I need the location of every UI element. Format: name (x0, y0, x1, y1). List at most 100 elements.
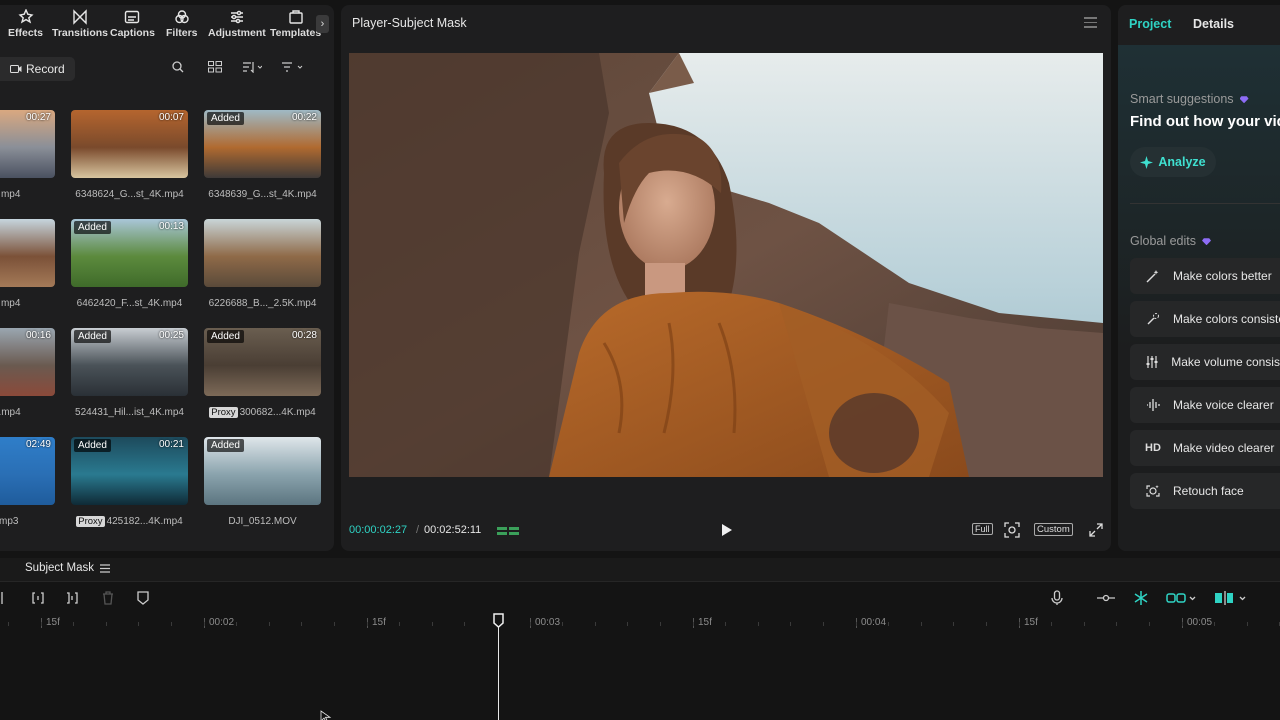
media-filename: DJI_0512.MOV (204, 516, 321, 527)
media-thumbnail[interactable]: Added 00:25 (71, 328, 188, 396)
media-filename-text: DJI_0512.MOV (228, 516, 297, 527)
aspect-ratio-button[interactable]: Custom (1034, 523, 1073, 536)
ruler-tick (986, 622, 987, 626)
retouch-face-button[interactable]: Retouch face (1130, 473, 1280, 509)
media-filename-text: 6348624_G...st_4K.mp4 (75, 189, 184, 200)
marker-icon[interactable] (135, 590, 151, 606)
timeline-tab[interactable]: Subject Mask (25, 562, 111, 574)
make-colors-better-button[interactable]: Make colors better (1130, 258, 1280, 294)
media-duration: 00:27 (25, 112, 51, 123)
tool-label: Effects (8, 27, 44, 39)
fullscreen-icon[interactable] (1089, 523, 1103, 537)
tab-details[interactable]: Details (1193, 17, 1234, 31)
tool-captions[interactable]: Captions (110, 9, 155, 39)
tab-project[interactable]: Project (1129, 17, 1171, 31)
media-thumbnail[interactable]: Added 00:21 (71, 437, 188, 505)
screenshot-icon[interactable] (1004, 522, 1020, 538)
tool-label: Templates (270, 27, 322, 39)
play-icon[interactable] (721, 523, 733, 537)
ruler-tick (432, 622, 433, 626)
media-thumbnail[interactable] (204, 219, 321, 287)
player-menu-icon[interactable] (1084, 17, 1097, 31)
video-preview[interactable] (349, 53, 1103, 477)
media-subbar: Record (0, 57, 334, 83)
analyze-button[interactable]: Analyze (1130, 147, 1216, 177)
tool-transitions[interactable]: Transitions (52, 9, 108, 39)
trim-left-icon[interactable] (30, 590, 46, 606)
timeline-ruler[interactable]: 15f 00:02 15f 00:03 15f 00:04 15f 00:05 (0, 613, 1280, 633)
added-badge: Added (207, 112, 244, 125)
media-thumbnail[interactable]: 00:07 (71, 110, 188, 178)
ruler-tick (921, 622, 922, 626)
properties-panel: Project Details Smart suggestions Find o… (1118, 5, 1280, 551)
section-divider (1130, 203, 1280, 204)
voice-wave-icon (1145, 398, 1161, 412)
ruler-tick (1149, 622, 1150, 626)
edit-label: Make colors better (1173, 269, 1272, 283)
captions-icon (123, 9, 141, 25)
filter-icon[interactable] (281, 61, 305, 73)
media-filename-text: rsion.mp3 (0, 516, 19, 527)
link-icon[interactable] (1096, 590, 1116, 606)
media-thumbnail[interactable]: 02:49 (0, 437, 55, 505)
make-voice-clearer-button[interactable]: Make voice clearer (1130, 387, 1280, 423)
media-thumbnail[interactable]: Added 00:13 (71, 219, 188, 287)
smart-suggestions-title: Smart suggestions (1130, 92, 1249, 106)
ruler-tick (334, 622, 335, 626)
tool-adjustment[interactable]: Adjustment (208, 9, 266, 39)
ruler-tick (236, 622, 237, 626)
search-icon[interactable] (172, 61, 184, 73)
record-button[interactable]: Record (0, 57, 75, 81)
preview-axis-icon[interactable] (1214, 590, 1248, 606)
toolbar-more-button[interactable]: › (316, 15, 329, 33)
ruler-tick (790, 622, 791, 626)
trim-right-icon[interactable] (64, 590, 80, 606)
full-quality-button[interactable]: Full (972, 523, 993, 535)
media-thumbnail[interactable]: 00:16 (0, 328, 55, 396)
media-thumbnail[interactable]: Added (204, 437, 321, 505)
ruler-tick (758, 622, 759, 626)
auto-snap-icon[interactable] (1131, 590, 1151, 606)
make-video-clearer-button[interactable]: HD Make video clearer (1130, 430, 1280, 466)
media-duration: 02:49 (25, 439, 51, 450)
player-title: Player-Subject Mask (352, 16, 467, 30)
volume-sliders-icon (1145, 355, 1159, 369)
timeline-header: Subject Mask (0, 558, 1280, 582)
added-badge: Added (74, 439, 111, 452)
sort-icon[interactable] (242, 61, 262, 73)
adjustment-icon (228, 9, 246, 25)
ruler-tick (106, 622, 107, 626)
audio-levels-icon[interactable] (497, 525, 519, 537)
media-thumbnail[interactable]: Added 00:22 (204, 110, 321, 178)
make-volume-consistent-button[interactable]: Make volume consistent (1130, 344, 1280, 380)
view-grid-icon[interactable] (208, 61, 222, 73)
added-badge: Added (74, 221, 111, 234)
playhead-line[interactable] (498, 620, 499, 720)
media-panel: Effects Transitions Captions Filters Adj… (0, 5, 334, 551)
menu-icon[interactable] (100, 563, 111, 573)
delete-icon[interactable] (100, 590, 116, 606)
edit-label: Make volume consistent (1171, 355, 1280, 369)
microphone-icon[interactable] (1049, 590, 1065, 606)
ruler-label: 00:04 (855, 617, 887, 628)
media-thumbnail[interactable] (0, 219, 55, 287)
tool-templates[interactable]: Templates (270, 9, 321, 39)
media-filename: st_4K.mp4 (0, 298, 55, 309)
split-icon[interactable] (0, 590, 10, 606)
tool-label: Adjustment (208, 27, 266, 39)
media-thumbnail[interactable]: 00:27 (0, 110, 55, 178)
ruler-tick (530, 622, 531, 626)
tool-effects[interactable]: Effects (8, 9, 43, 39)
media-thumbnail[interactable]: Added 00:28 (204, 328, 321, 396)
templates-icon (287, 9, 305, 25)
playhead-handle-icon[interactable] (493, 613, 504, 628)
media-filename: 6348639_G...st_4K.mp4 (204, 189, 321, 200)
face-retouch-icon (1145, 484, 1161, 498)
ruler-tick (856, 622, 857, 626)
ruler-tick (171, 622, 172, 626)
media-filename-text: 425182...4K.mp4 (106, 516, 183, 527)
tool-filters[interactable]: Filters (166, 9, 198, 39)
make-colors-consistent-button[interactable]: Make colors consistent (1130, 301, 1280, 337)
ruler-label: 15f (41, 617, 60, 628)
linkage-icon[interactable] (1166, 590, 1196, 606)
